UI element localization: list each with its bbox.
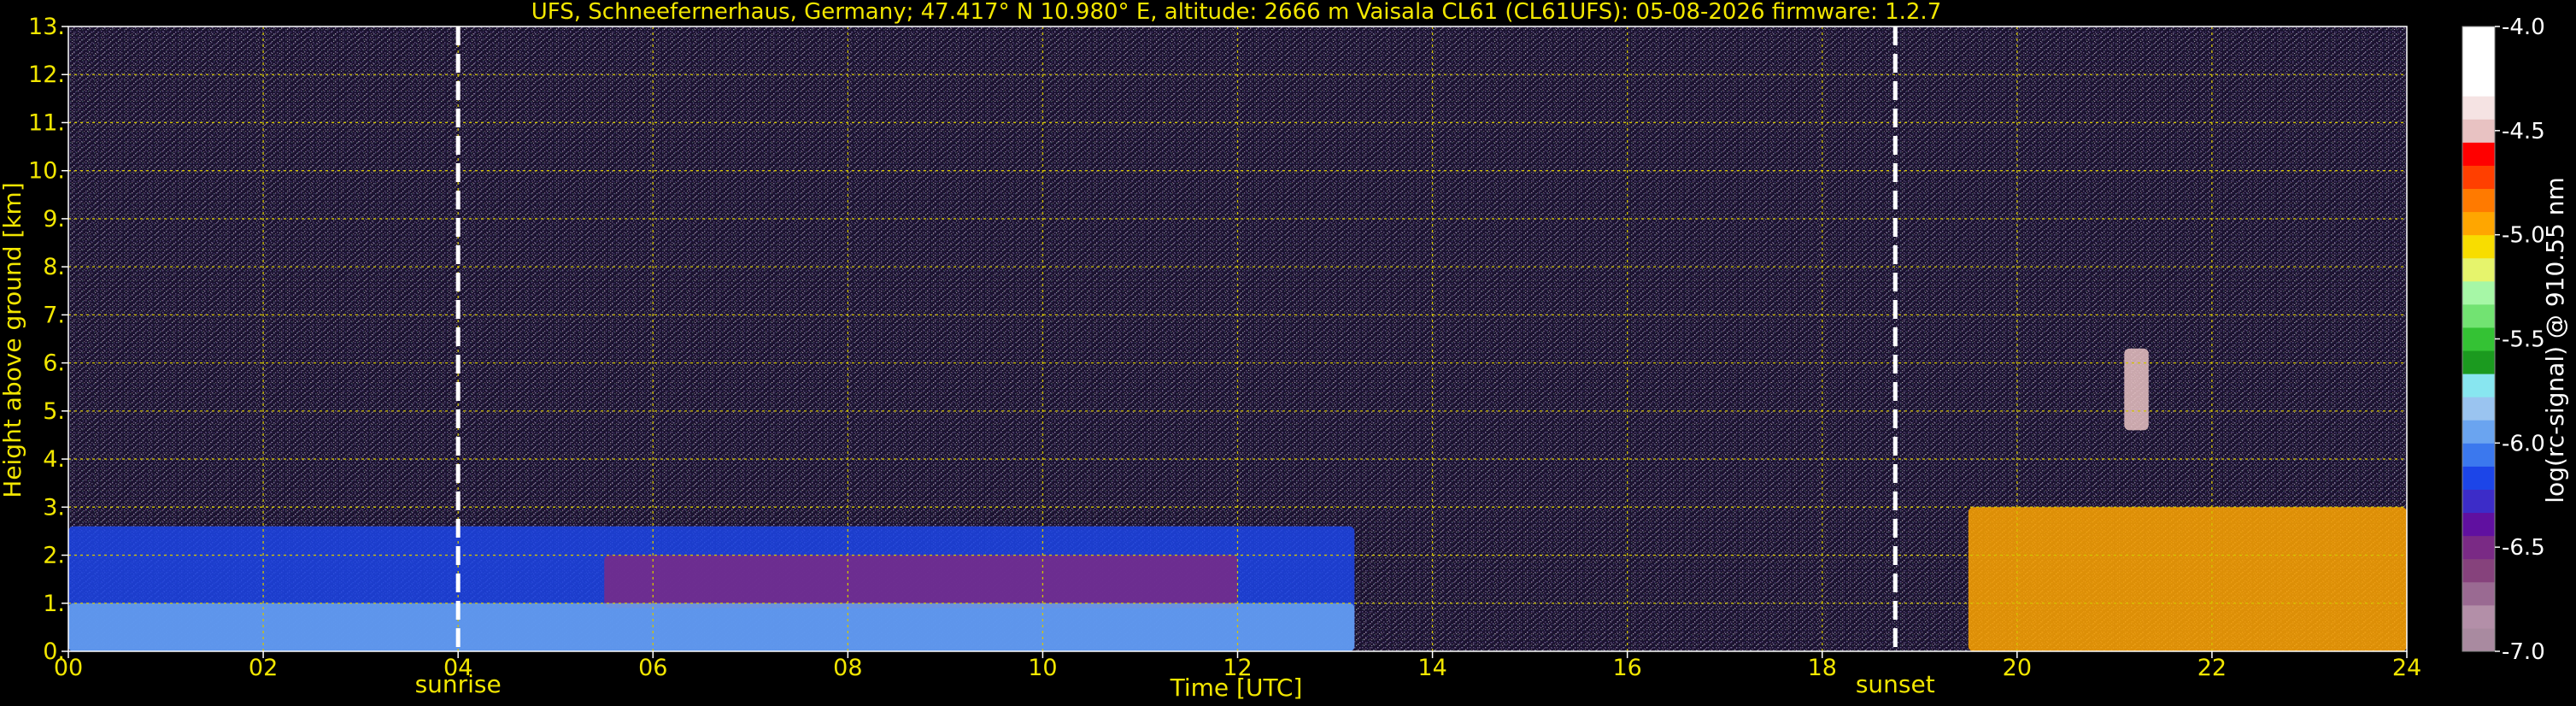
- colorbar-segment: [2462, 443, 2495, 467]
- colorbar-tick-label: -5.5: [2502, 327, 2545, 353]
- y-tick-label: 9.: [43, 206, 65, 232]
- colorbar-segment: [2462, 303, 2495, 328]
- signal-layer: [604, 555, 1238, 609]
- colorbar-segment: [2462, 558, 2495, 583]
- x-tick-label: 10: [1028, 655, 1057, 681]
- x-tick-label: 22: [2198, 655, 2227, 681]
- colorbar-segment: [2462, 119, 2495, 143]
- y-tick-labels: 0.1.2.3.4.5.6.7.8.9.10.11.12.13.: [28, 14, 68, 665]
- signal-layer: [2124, 348, 2149, 431]
- ceilometer-chart: 0.1.2.3.4.5.6.7.8.9.10.11.12.13. 00 02 04 0…: [0, 0, 2569, 702]
- colorbar-tick-label: -4.0: [2502, 15, 2545, 40]
- colorbar-segment: [2462, 374, 2495, 397]
- colorbar-segment: [2462, 397, 2495, 421]
- colorbar-segment: [2462, 165, 2495, 190]
- y-tick-label: 10.: [28, 158, 65, 185]
- colorbar-segment: [2462, 142, 2495, 166]
- x-tick-label: 16: [1612, 655, 1641, 681]
- colorbar-segment: [2462, 466, 2495, 490]
- signal-layer: [1968, 507, 2407, 651]
- chart-title: UFS, Schneefernerhaus, Germany; 47.417° …: [531, 0, 1942, 25]
- colorbar-segment: [2462, 280, 2495, 305]
- y-tick-label: 8.: [43, 254, 65, 280]
- y-tick-label: 5.: [43, 398, 65, 425]
- x-tick-label: 06: [638, 655, 667, 681]
- signal-layer: [68, 603, 1355, 651]
- y-tick-label: 7.: [43, 302, 65, 328]
- y-tick-label: 6.: [43, 350, 65, 377]
- sunset-label: sunset: [1856, 670, 1935, 698]
- colorbar-tick-labels: -4.0 -4.5 -5.0 -5.5 -6.0 -6.5 -7.0: [2495, 15, 2545, 665]
- y-tick-label: 3.: [43, 494, 65, 521]
- x-tick-label: 18: [1808, 655, 1837, 681]
- colorbar-segment: [2462, 257, 2495, 282]
- y-axis-label: Height above ground [km]: [0, 182, 26, 498]
- x-tick-label: 02: [249, 655, 278, 681]
- colorbar-segment: [2462, 211, 2495, 236]
- x-tick-label: 14: [1417, 655, 1446, 681]
- x-tick-label: 08: [833, 655, 862, 681]
- colorbar-tick-label: -6.0: [2502, 431, 2545, 456]
- colorbar-segment: [2462, 188, 2495, 213]
- colorbar-segment: [2462, 26, 2495, 50]
- colorbar-segment: [2462, 327, 2495, 351]
- colorbar-segment: [2462, 581, 2495, 606]
- x-tick-label: 24: [2392, 655, 2421, 681]
- x-tick-label: 20: [2003, 655, 2032, 681]
- colorbar-segment: [2462, 489, 2495, 514]
- y-tick-label: 2.: [43, 543, 65, 569]
- colorbar-tick-label: -4.5: [2502, 119, 2545, 144]
- colorbar-segment: [2462, 96, 2495, 120]
- colorbar-segment: [2462, 234, 2495, 259]
- colorbar-label: log(rc-signal) @ 910.55 nm: [2541, 177, 2569, 503]
- x-tick-label: 00: [54, 655, 83, 681]
- colorbar-segment: [2462, 420, 2495, 444]
- colorbar-segment: [2462, 535, 2495, 560]
- colorbar-segment: [2462, 627, 2495, 652]
- colorbar-segment: [2462, 350, 2495, 374]
- colorbar-segment: [2462, 73, 2495, 97]
- colorbar-tick-label: -6.5: [2502, 535, 2545, 561]
- colorbar-tick-label: -5.0: [2502, 223, 2545, 249]
- y-tick-label: 4.: [43, 446, 65, 473]
- colorbar-segment: [2462, 512, 2495, 537]
- y-tick-label: 12.: [28, 62, 65, 88]
- y-tick-label: 11.: [28, 109, 65, 136]
- sunrise-label: sunrise: [415, 670, 502, 698]
- colorbar: [2462, 26, 2496, 652]
- colorbar-segment: [2462, 50, 2495, 74]
- y-tick-label: 13.: [28, 14, 65, 40]
- x-axis-label: Time [UTC]: [1170, 674, 1303, 702]
- colorbar-segment: [2462, 604, 2495, 629]
- colorbar-tick-label: -7.0: [2502, 639, 2545, 665]
- y-tick-label: 1.: [43, 591, 65, 617]
